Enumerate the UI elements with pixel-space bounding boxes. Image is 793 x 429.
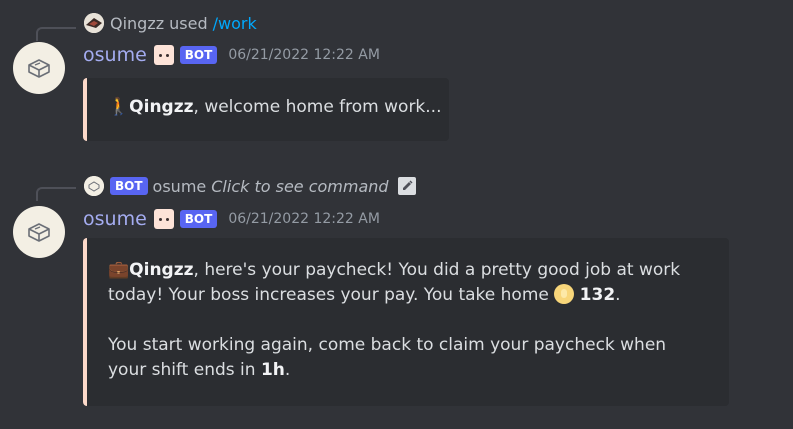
bot-mini-avatar-icon[interactable] <box>84 176 104 196</box>
bot-tag: BOT <box>179 46 218 64</box>
embed-description: 🚶Qingzz, welcome home from work... <box>108 95 442 120</box>
embed-description: 💼Qingzz, here's your paycheck! You did a… <box>108 258 708 383</box>
embed: 🚶Qingzz, welcome home from work... <box>83 78 449 141</box>
coin-icon <box>554 284 575 304</box>
shift-text: You start working again, come back to cl… <box>108 335 667 380</box>
walking-icon: 🚶 <box>108 97 130 117</box>
reply-username[interactable]: Qingzz <box>110 14 164 33</box>
author-name[interactable]: osume <box>83 44 147 66</box>
shift-paragraph: You start working again, come back to cl… <box>108 333 708 383</box>
bot-tag: BOT <box>179 210 218 228</box>
face-badge-icon <box>153 209 174 229</box>
reply-used-label: used <box>169 13 208 33</box>
face-badge-icon <box>153 45 174 65</box>
shift-duration: 1h <box>260 360 285 380</box>
timestamp[interactable]: 06/21/2022 12:22 AM <box>228 211 380 227</box>
edit-icon[interactable] <box>397 177 416 195</box>
timestamp[interactable]: 06/21/2022 12:22 AM <box>228 47 380 63</box>
reply-connector <box>36 27 76 41</box>
paycheck-paragraph: 💼Qingzz, here's your paycheck! You did a… <box>108 258 708 308</box>
period: . <box>284 360 291 380</box>
embed: 💼Qingzz, here's your paycheck! You did a… <box>83 238 729 406</box>
reply-reference[interactable]: BOT osume Click to see command <box>84 175 416 197</box>
message-header: osume BOT 06/21/2022 12:22 AM <box>83 42 380 68</box>
reply-command[interactable]: /work <box>213 14 257 33</box>
reply-reference[interactable]: Qingzz used /work <box>84 12 257 34</box>
user-avatar-icon[interactable] <box>84 13 104 33</box>
author-name[interactable]: osume <box>83 208 147 230</box>
bot-tag: BOT <box>110 177 148 195</box>
click-to-see-command[interactable]: Click to see command <box>211 177 388 196</box>
briefcase-icon: 💼 <box>108 260 130 280</box>
message-header: osume BOT 06/21/2022 12:22 AM <box>83 206 380 232</box>
mention-name: Qingzz <box>129 97 194 117</box>
bot-avatar-icon[interactable] <box>13 206 65 258</box>
paycheck-amount: 132 <box>579 285 616 305</box>
reply-author[interactable]: osume <box>153 177 207 196</box>
welcome-text: , welcome home from work... <box>193 97 442 117</box>
period: . <box>615 285 621 305</box>
mention-name: Qingzz <box>129 260 194 280</box>
bot-avatar-icon[interactable] <box>13 42 65 94</box>
reply-connector <box>36 187 76 201</box>
